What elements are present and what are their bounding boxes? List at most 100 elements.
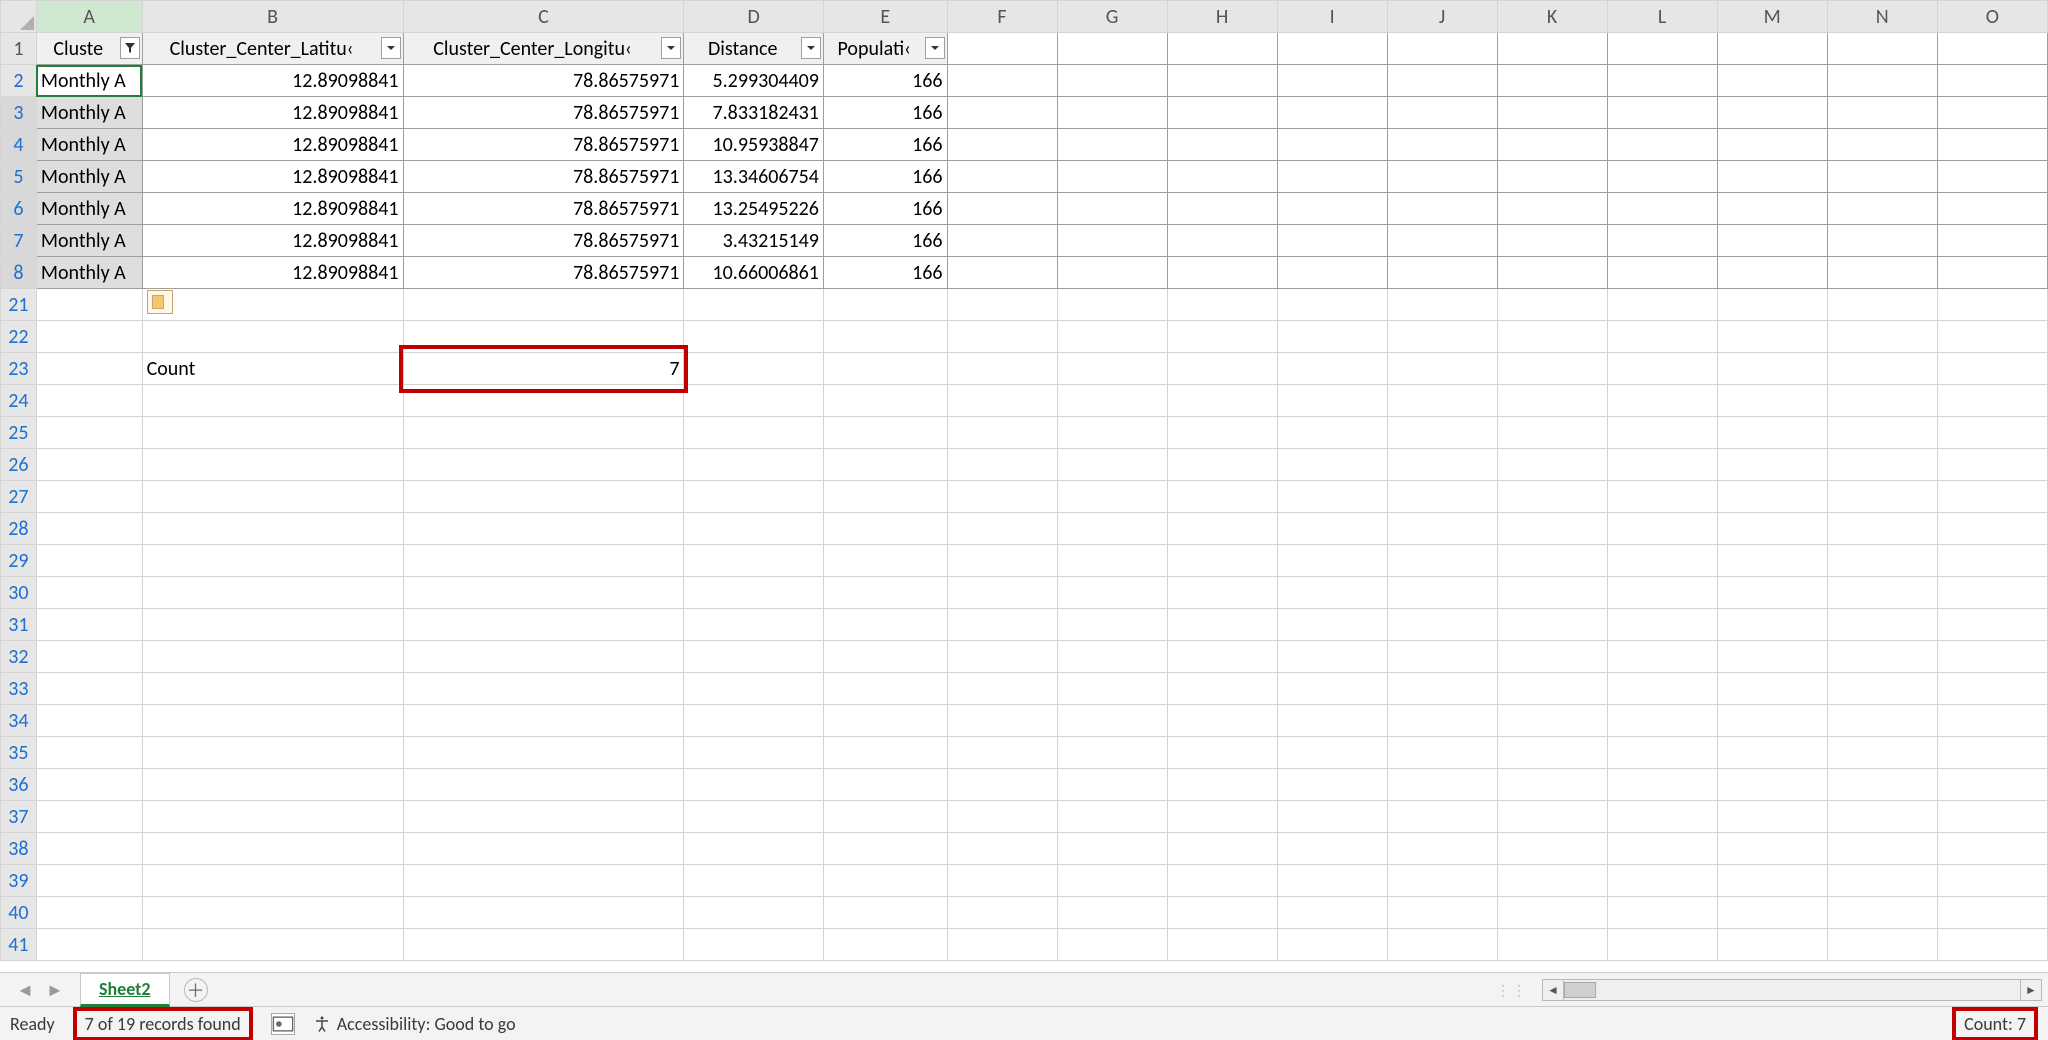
column-header-A[interactable]: A [36,1,142,33]
cell-J6[interactable] [1387,193,1497,225]
cell-O1[interactable] [1937,33,2047,65]
cell-F26[interactable] [947,449,1057,481]
cell-E25[interactable] [823,417,947,449]
cell-N34[interactable] [1827,705,1937,737]
row-header-39[interactable]: 39 [1,865,37,897]
cell-J5[interactable] [1387,161,1497,193]
cell-A6[interactable]: Monthly A [36,193,142,225]
row-header-30[interactable]: 30 [1,577,37,609]
column-header-G[interactable]: G [1057,1,1167,33]
cell-I7[interactable] [1277,225,1387,257]
cell-O29[interactable] [1937,545,2047,577]
cell-M30[interactable] [1717,577,1827,609]
cell-I40[interactable] [1277,897,1387,929]
cell-K4[interactable] [1497,129,1607,161]
cell-O21[interactable] [1937,289,2047,321]
cell-I34[interactable] [1277,705,1387,737]
cell-C40[interactable] [403,897,684,929]
cell-J31[interactable] [1387,609,1497,641]
cell-H34[interactable] [1167,705,1277,737]
cell-A3[interactable]: Monthly A [36,97,142,129]
row-header-4[interactable]: 4 [1,129,37,161]
row-header-22[interactable]: 22 [1,321,37,353]
cell-F4[interactable] [947,129,1057,161]
cell-B32[interactable] [142,641,403,673]
cell-N35[interactable] [1827,737,1937,769]
cell-N41[interactable] [1827,929,1937,961]
cell-H3[interactable] [1167,97,1277,129]
cell-H40[interactable] [1167,897,1277,929]
cell-G40[interactable] [1057,897,1167,929]
cell-E33[interactable] [823,673,947,705]
row-header-5[interactable]: 5 [1,161,37,193]
cell-G37[interactable] [1057,801,1167,833]
cell-K29[interactable] [1497,545,1607,577]
cell-D38[interactable] [684,833,823,865]
cell-B6[interactable]: 12.89098841 [142,193,403,225]
cell-M36[interactable] [1717,769,1827,801]
cell-N25[interactable] [1827,417,1937,449]
cell-F32[interactable] [947,641,1057,673]
cell-A34[interactable] [36,705,142,737]
cell-N36[interactable] [1827,769,1937,801]
cell-I30[interactable] [1277,577,1387,609]
column-header-D[interactable]: D [684,1,823,33]
cell-B7[interactable]: 12.89098841 [142,225,403,257]
cell-N27[interactable] [1827,481,1937,513]
cell-A35[interactable] [36,737,142,769]
hscroll-left-icon[interactable]: ◄ [1542,979,1564,1001]
cell-E40[interactable] [823,897,947,929]
cell-K34[interactable] [1497,705,1607,737]
cell-I31[interactable] [1277,609,1387,641]
horizontal-scrollbar[interactable]: ◄ ► [1542,979,2042,1001]
row-header-24[interactable]: 24 [1,385,37,417]
cell-B25[interactable] [142,417,403,449]
cell-I28[interactable] [1277,513,1387,545]
row-header-23[interactable]: 23 [1,353,37,385]
cell-I1[interactable] [1277,33,1387,65]
cell-L32[interactable] [1607,641,1717,673]
cell-N31[interactable] [1827,609,1937,641]
cell-F21[interactable] [947,289,1057,321]
cell-L3[interactable] [1607,97,1717,129]
cell-I5[interactable] [1277,161,1387,193]
cell-L41[interactable] [1607,929,1717,961]
cell-L33[interactable] [1607,673,1717,705]
row-header-2[interactable]: 2 [1,65,37,97]
cell-F38[interactable] [947,833,1057,865]
cell-C7[interactable]: 78.86575971 [403,225,684,257]
cell-E4[interactable]: 166 [823,129,947,161]
cell-G34[interactable] [1057,705,1167,737]
cell-G7[interactable] [1057,225,1167,257]
cell-G39[interactable] [1057,865,1167,897]
cell-H39[interactable] [1167,865,1277,897]
cell-E32[interactable] [823,641,947,673]
cell-A5[interactable]: Monthly A [36,161,142,193]
worksheet-grid[interactable]: ABCDEFGHIJKLMNO1ClusteCluster_Center_Lat… [0,0,2048,972]
cell-M22[interactable] [1717,321,1827,353]
cell-A32[interactable] [36,641,142,673]
cell-C24[interactable] [403,385,684,417]
column-header-J[interactable]: J [1387,1,1497,33]
column-header-C[interactable]: C [403,1,684,33]
cell-D23[interactable] [684,353,823,385]
cell-B33[interactable] [142,673,403,705]
cell-A21[interactable] [36,289,142,321]
cell-E41[interactable] [823,929,947,961]
cell-I26[interactable] [1277,449,1387,481]
cell-C3[interactable]: 78.86575971 [403,97,684,129]
cell-H27[interactable] [1167,481,1277,513]
cell-I25[interactable] [1277,417,1387,449]
cell-M25[interactable] [1717,417,1827,449]
cell-O36[interactable] [1937,769,2047,801]
cell-L37[interactable] [1607,801,1717,833]
cell-A2[interactable]: Monthly A [36,65,142,97]
cell-F39[interactable] [947,865,1057,897]
tab-nav-next-icon[interactable]: ► [46,979,64,1001]
cell-C22[interactable] [403,321,684,353]
cell-C27[interactable] [403,481,684,513]
cell-L8[interactable] [1607,257,1717,289]
cell-N6[interactable] [1827,193,1937,225]
cell-K7[interactable] [1497,225,1607,257]
cell-G1[interactable] [1057,33,1167,65]
